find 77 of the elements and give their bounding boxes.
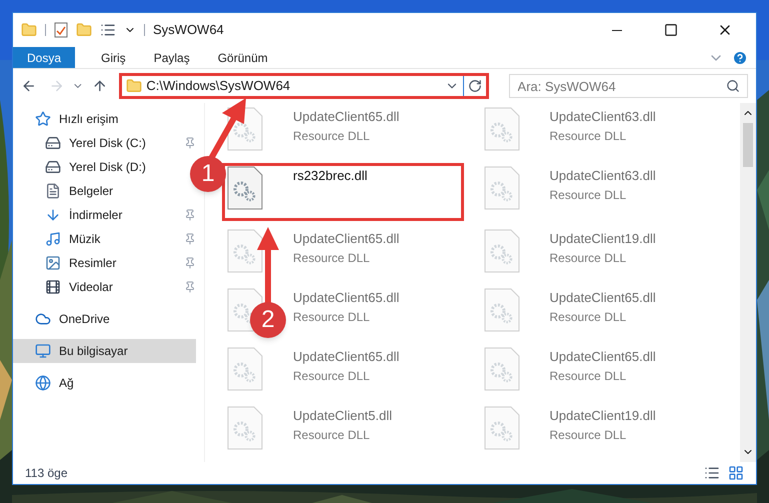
file-name: UpdateClient65.dll: [293, 289, 400, 307]
search-field[interactable]: Ara: SysWOW64: [508, 74, 748, 98]
file-name: UpdateClient65.dll: [293, 108, 400, 126]
file-name: UpdateClient65.dll: [550, 348, 656, 366]
nav-item[interactable]: Yerel Disk (C:): [45, 131, 146, 155]
address-bar[interactable]: C:\Windows\SysWOW64: [119, 73, 489, 99]
monitor-icon: [35, 343, 51, 359]
file-name: rs232brec.dll: [293, 167, 368, 185]
nav-item[interactable]: Ağ: [35, 371, 74, 395]
refresh-icon[interactable]: [468, 79, 482, 93]
document-icon: [45, 183, 61, 199]
file-type: Resource DLL: [550, 308, 628, 326]
nav-item[interactable]: Videolar: [45, 275, 113, 299]
address-path: C:\Windows\SysWOW64: [146, 77, 290, 96]
file-name: UpdateClient63.dll: [550, 108, 656, 126]
dll-file-icon: [484, 406, 520, 450]
nav-item[interactable]: OneDrive: [35, 307, 110, 331]
file-name: UpdateClient63.dll: [550, 167, 656, 185]
dll-file-icon: [484, 107, 520, 151]
drive-icon: [45, 135, 61, 151]
ribbon-tab[interactable]: Paylaş: [140, 47, 204, 68]
image-icon: [45, 255, 61, 271]
cloud-icon: [35, 311, 51, 327]
ribbon-tab[interactable]: Görünüm: [204, 47, 282, 68]
up-icon[interactable]: [92, 78, 108, 94]
file-type: Resource DLL: [293, 368, 371, 384]
file-type: Resource DLL: [293, 308, 371, 326]
nav-item[interactable]: Resimler: [45, 251, 116, 275]
dll-file-icon: [484, 347, 520, 391]
file-name: UpdateClient65.dll: [293, 348, 400, 366]
ribbon-tab[interactable]: Giriş: [87, 47, 140, 68]
search-icon[interactable]: [726, 79, 740, 93]
nav-item[interactable]: Müzik: [45, 227, 100, 251]
properties-icon[interactable]: [100, 22, 116, 38]
help-icon[interactable]: [732, 50, 748, 66]
nav-item[interactable]: Bu bilgisayar: [13, 339, 196, 363]
file-type: Resource DLL: [293, 250, 371, 266]
dll-file-icon: [484, 288, 520, 332]
scroll-thumb[interactable]: [743, 123, 753, 167]
music-note-icon: [45, 231, 61, 247]
back-icon[interactable]: [21, 78, 37, 94]
file-name: UpdateClient5.dll: [293, 407, 392, 425]
file-name: UpdateClient19.dll: [550, 230, 656, 248]
tiles-view-icon[interactable]: [728, 465, 744, 481]
file-type: Resource DLL: [550, 186, 628, 204]
globe-icon: [35, 375, 51, 391]
item-count: 113 öge: [25, 465, 68, 482]
scrollbar[interactable]: [740, 103, 756, 462]
file-name: UpdateClient19.dll: [550, 407, 656, 425]
maximize-icon: [664, 23, 678, 37]
selection-frame[interactable]: rs232brec.dll: [225, 166, 461, 218]
nav-item[interactable]: Hızlı erişim: [35, 107, 118, 131]
dll-file-icon: [227, 229, 263, 273]
dll-file-icon: [484, 166, 520, 210]
file-type: Resource DLL: [293, 128, 371, 144]
dll-file-icon: [227, 166, 263, 210]
nav-item[interactable]: İndirmeler: [45, 203, 122, 227]
film-icon: [45, 279, 61, 295]
nav-item[interactable]: Belgeler: [45, 179, 114, 203]
details-view-icon[interactable]: [704, 465, 720, 481]
file-type: Resource DLL: [293, 426, 371, 444]
file-type: Resource DLL: [550, 426, 628, 444]
folder-icon: [126, 78, 142, 94]
dll-file-icon: [227, 347, 263, 391]
file-type: Resource DLL: [550, 128, 628, 144]
dll-file-icon: [484, 229, 520, 273]
checklist-icon[interactable]: [54, 22, 68, 38]
ribbon-tab[interactable]: Dosya: [13, 47, 76, 68]
file-name: UpdateClient65.dll: [293, 230, 400, 248]
drive-icon: [45, 159, 61, 175]
star-icon: [35, 111, 51, 127]
nav-item[interactable]: Yerel Disk (D:): [45, 155, 146, 179]
file-type: Resource DLL: [550, 250, 628, 266]
dll-file-icon: [227, 406, 263, 450]
file-name: UpdateClient65.dll: [550, 289, 656, 307]
file-type: Resource DLL: [550, 368, 628, 384]
window-title: SysWOW64: [153, 21, 224, 40]
